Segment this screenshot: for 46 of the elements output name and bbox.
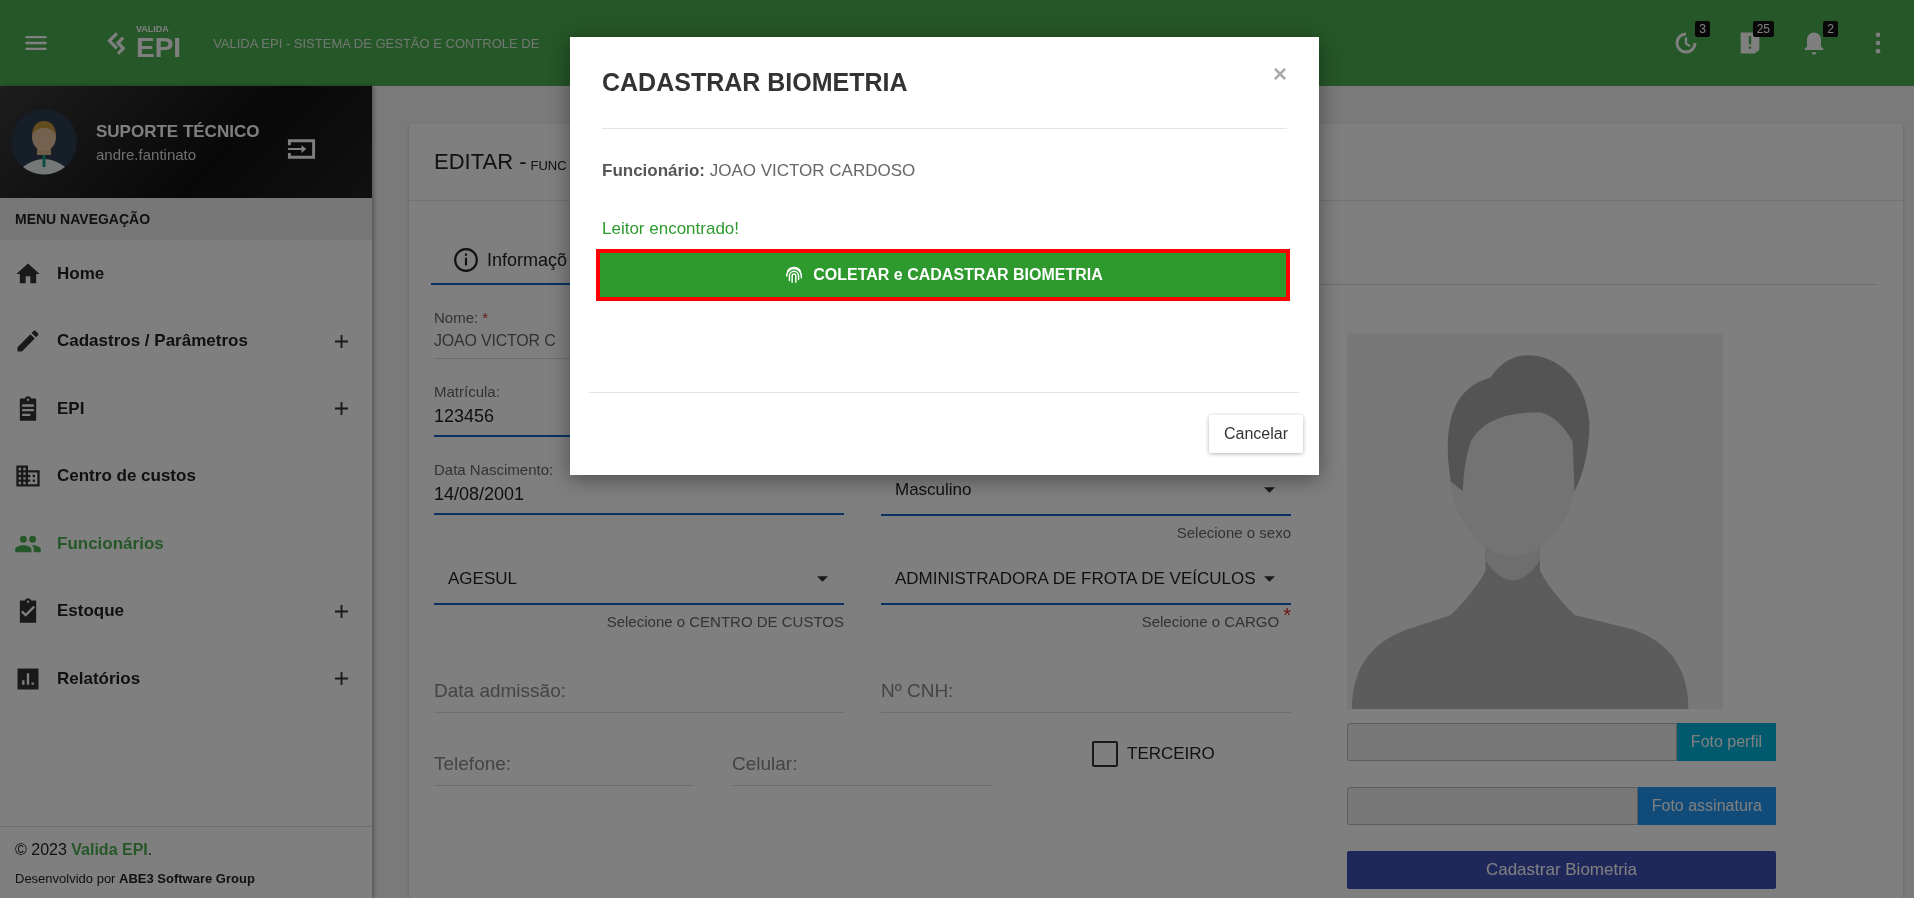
menu-heading: MENU NAVEGAÇÃO — [0, 198, 372, 240]
admission-date-field[interactable]: Data admissão: — [434, 670, 844, 713]
user-login: andre.fantinato — [96, 145, 198, 163]
cancel-button[interactable]: Cancelar — [1208, 415, 1303, 453]
mobile-field[interactable]: Celular: — [732, 743, 992, 786]
cnh-field[interactable]: Nº CNH: — [881, 670, 1291, 713]
checkbox-label: TERCEIRO — [1127, 743, 1215, 764]
user-name: SUPORTE TÉCNICO — [96, 121, 260, 142]
menu-item[interactable]: EPI — [0, 375, 372, 443]
menu-item[interactable]: Home — [0, 240, 372, 308]
logo-wordmark: EPI — [136, 33, 182, 62]
menu-item[interactable]: Relatórios — [0, 645, 372, 713]
register-biometry-button[interactable]: Cadastrar Biometria — [1347, 851, 1776, 889]
credit-text: Desenvolvido por ABE3 Software Group — [15, 871, 256, 886]
count-badge: 25 — [1752, 21, 1774, 37]
collect-biometry-button[interactable]: COLETAR e CADASTRAR BIOMETRIA — [596, 249, 1290, 301]
copyright-text: © 2023 Valida EPI. — [15, 841, 154, 859]
employee-text: Funcionário: JOAO VICTOR CARDOSO — [602, 161, 917, 181]
required-mark: * — [482, 309, 489, 326]
count-badge: 2 — [1823, 21, 1838, 37]
file-field[interactable] — [1347, 787, 1638, 825]
menu-item[interactable]: Estoque — [0, 577, 372, 645]
file-field[interactable] — [1347, 723, 1677, 761]
app-title: VALIDA EPI - SISTEMA DE GESTÃO E CONTROLE DE — [213, 35, 540, 51]
field-hint: Selecione o CARGO — [1141, 613, 1280, 630]
avatar-icon — [11, 109, 77, 175]
menu-item[interactable]: Centro de custos — [0, 442, 372, 510]
logo-caption: VALIDA — [136, 24, 170, 34]
count-badge: 3 — [1695, 21, 1710, 37]
card-subtitle: FUNC — [530, 157, 567, 173]
role-select[interactable]: ADMINISTRADORA DE FROTA DE VEÍCULOS — [881, 559, 1291, 605]
info-icon — [453, 247, 479, 273]
required-mark: * — [1283, 605, 1291, 625]
status-text: Leitor encontrado! — [602, 219, 741, 239]
menu-item[interactable]: Cadastros / Parâmetros — [0, 307, 372, 375]
modal-title: CADASTRAR BIOMETRIA — [602, 68, 908, 97]
caret-icon — [1264, 576, 1275, 582]
field-hint: Selecione o sexo — [1176, 524, 1291, 541]
caret-icon — [1264, 487, 1275, 493]
checkbox[interactable] — [1092, 740, 1118, 767]
card-title: EDITAR - — [434, 149, 527, 175]
phone-field[interactable]: Telefone: — [434, 743, 694, 786]
cost-center-select[interactable]: AGESUL — [434, 559, 844, 605]
field-hint: Selecione o CENTRO DE CUSTOS — [606, 613, 844, 630]
logout-icon[interactable] — [286, 137, 318, 161]
caret-icon — [817, 576, 828, 582]
